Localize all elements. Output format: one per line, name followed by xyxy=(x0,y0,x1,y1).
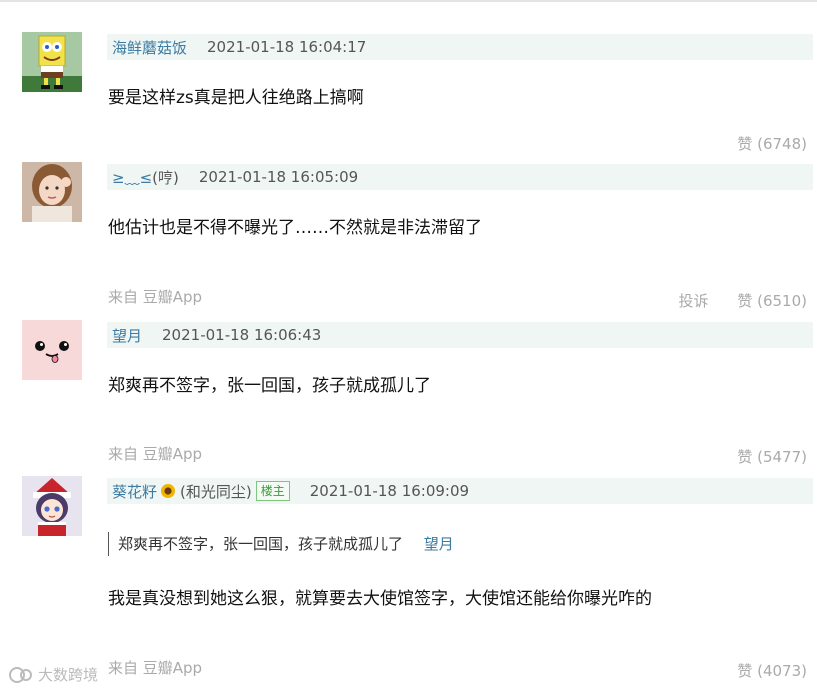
comment-actions: 赞 (6748) xyxy=(737,133,807,154)
avatar[interactable] xyxy=(22,32,82,92)
like-button[interactable]: 赞 (5477) xyxy=(737,448,807,466)
comment-text: 我是真没想到她这么狠，就算要去大使馆签字，大使馆还能给你曝光咋的 xyxy=(108,589,652,609)
spongebob-avatar-icon xyxy=(22,32,82,92)
quoted-reply: 郑爽再不签字，张一回国，孩子就成孤儿了 望月 xyxy=(108,532,454,556)
comment-meta-bar: 葵花籽 (和光同尘) 楼主 2021-01-18 16:09:09 xyxy=(107,478,813,504)
pink-face-avatar-icon xyxy=(22,320,82,380)
comment-author-nickname: (哼) xyxy=(152,168,179,187)
comment-source: 来自 豆瓣App xyxy=(108,659,203,677)
comment-list-page: 海鲜蘑菇饭 2021-01-18 16:04:17 要是这样zs真是把人往绝路上… xyxy=(0,0,817,689)
woman-photo-avatar-icon xyxy=(22,162,82,222)
sunflower-icon xyxy=(160,483,176,499)
watermark-text: 大数跨境 xyxy=(38,666,99,684)
comment-meta-bar: 望月 2021-01-18 16:06:43 xyxy=(107,322,813,348)
avatar[interactable] xyxy=(22,320,82,380)
comment-timestamp: 2021-01-18 16:04:17 xyxy=(207,38,367,56)
comment-author-link[interactable]: ≥﹏≤ xyxy=(112,167,152,188)
comment-timestamp: 2021-01-18 16:05:09 xyxy=(198,168,359,186)
report-button[interactable]: 投诉 xyxy=(679,292,709,310)
comment-actions: 投诉 赞 (6510) xyxy=(679,290,807,311)
comment-author-nickname: (和光同尘) xyxy=(180,482,252,501)
like-button[interactable]: 赞 (6510) xyxy=(737,292,807,310)
comment-timestamp: 2021-01-18 16:06:43 xyxy=(162,326,322,344)
comment-meta-bar: ≥﹏≤ (哼) 2021-01-18 16:05:09 xyxy=(107,164,813,190)
comment-actions: 赞 (5477) xyxy=(737,446,807,467)
quoted-text: 郑爽再不签字，张一回国，孩子就成孤儿了 xyxy=(118,535,404,553)
quoted-author-link[interactable]: 望月 xyxy=(424,535,454,553)
watermark: 大数跨境 xyxy=(8,664,98,685)
comment-text: 要是这样zs真是把人往绝路上搞啊 xyxy=(108,88,364,108)
comment-text: 郑爽再不签字，张一回国，孩子就成孤儿了 xyxy=(108,376,431,396)
avatar[interactable] xyxy=(22,476,82,536)
like-button[interactable]: 赞 (6748) xyxy=(737,135,807,153)
comment-text: 他估计也是不得不曝光了……不然就是非法滞留了 xyxy=(108,218,482,238)
comment-author-link[interactable]: 海鲜蘑菇饭 xyxy=(112,37,187,58)
op-badge: 楼主 xyxy=(255,481,290,501)
comment-author-link[interactable]: 葵花籽 xyxy=(112,481,157,502)
comment-actions: 赞 (4073) xyxy=(737,660,807,681)
avatar[interactable] xyxy=(22,162,82,222)
comment-source: 来自 豆瓣App xyxy=(108,445,203,463)
comment-meta-bar: 海鲜蘑菇饭 2021-01-18 16:04:17 xyxy=(107,34,813,60)
watermark-logo-icon xyxy=(9,666,32,683)
comment-timestamp: 2021-01-18 16:09:09 xyxy=(309,482,470,500)
anime-girl-avatar-icon xyxy=(22,476,82,536)
comment-source: 来自 豆瓣App xyxy=(108,288,203,306)
comment-author-link[interactable]: 望月 xyxy=(112,325,142,346)
like-button[interactable]: 赞 (4073) xyxy=(737,662,807,680)
